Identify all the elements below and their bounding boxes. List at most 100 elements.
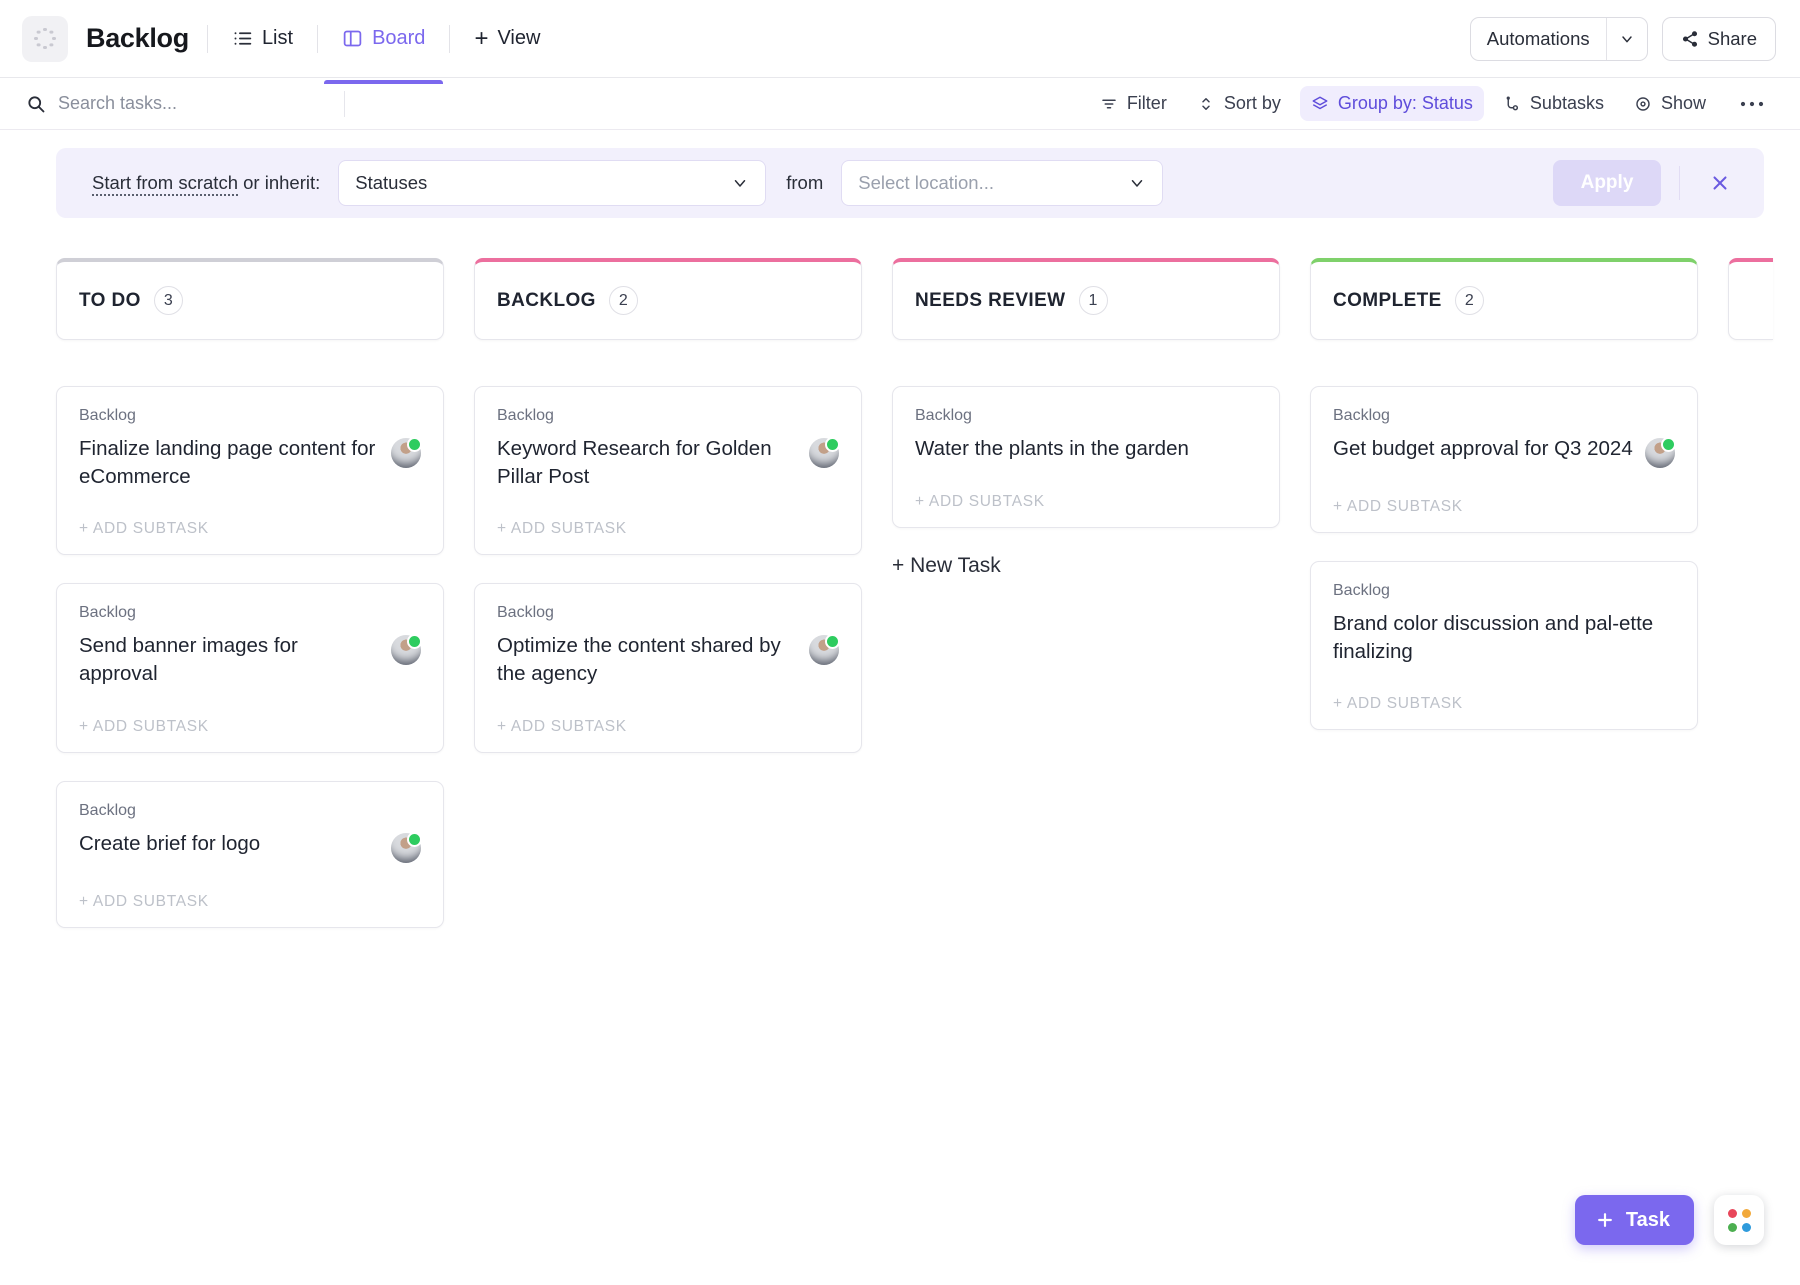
tab-list[interactable]: List [226,21,299,56]
tab-label: Board [372,27,425,50]
add-subtask-button[interactable]: + ADD SUBTASK [497,520,839,538]
task-list-name: Backlog [1333,582,1675,600]
column-count: 2 [1455,286,1484,315]
board-column-to-do: TO DO 3 Backlog Finalize landing page co… [56,258,444,928]
from-label: from [786,172,823,194]
search-options-icon[interactable]: ellipsis-icon [308,99,326,109]
column-header[interactable] [1728,258,1773,340]
column-count: 1 [1079,286,1108,315]
automations-button[interactable]: Automations [1471,18,1606,60]
active-tab-underline [324,80,443,84]
layers-icon [1311,95,1329,113]
plus-icon: + [474,27,488,51]
assignee-avatar[interactable] [809,438,839,468]
chevron-down-icon [1128,174,1146,192]
assignee-avatar[interactable] [809,635,839,665]
start-from-scratch-link[interactable]: Start from scratch [92,172,238,196]
search-input[interactable] [58,93,308,114]
task-title: Send banner images for approval [79,632,379,687]
add-subtask-button[interactable]: + ADD SUBTASK [79,718,421,736]
inherit-statuses-banner: Start from scratch or inherit: Statuses … [56,148,1764,218]
column-cards: Backlog Water the plants in the garden +… [892,386,1280,528]
subtasks-label: Subtasks [1530,93,1604,114]
group-by-button[interactable]: Group by: Status [1300,86,1484,121]
task-title: Keyword Research for Golden Pillar Post [497,435,797,490]
task-title: Get budget approval for Q3 2024 [1333,435,1633,463]
task-list-name: Backlog [79,802,421,820]
column-count: 3 [154,286,183,315]
task-card[interactable]: Backlog Finalize landing page content fo… [56,386,444,555]
add-subtask-button[interactable]: + ADD SUBTASK [79,520,421,538]
search-box[interactable] [26,93,308,114]
assignee-avatar[interactable] [391,438,421,468]
plus-icon [1595,1210,1615,1230]
show-button[interactable]: Show [1623,86,1717,121]
tab-board[interactable]: Board [336,21,431,56]
group-by-label: Group by: Status [1338,93,1473,114]
task-list-name: Backlog [1333,407,1675,425]
subtasks-button[interactable]: Subtasks [1492,86,1615,121]
inherit-type-select[interactable]: Statuses [338,160,766,206]
task-card[interactable]: Backlog Keyword Research for Golden Pill… [474,386,862,555]
column-header[interactable]: COMPLETE 2 [1310,258,1698,340]
sort-label: Sort by [1224,93,1281,114]
location-placeholder: Select location... [858,172,994,194]
board-column-partial [1728,258,1754,340]
board-column-complete: COMPLETE 2 Backlog Get budget approval f… [1310,258,1698,730]
tab-label: List [262,27,293,50]
task-card[interactable]: Backlog Optimize the content shared by t… [474,583,862,752]
filter-button[interactable]: Filter [1089,86,1178,121]
task-card[interactable]: Backlog Create brief for logo + ADD SUBT… [56,781,444,928]
close-icon[interactable] [1698,161,1742,205]
column-header[interactable]: BACKLOG 2 [474,258,862,340]
chevron-down-icon[interactable] [1606,18,1647,60]
column-cards: Backlog Finalize landing page content fo… [56,386,444,928]
task-card[interactable]: Backlog Send banner images for approval … [56,583,444,752]
task-card[interactable]: Backlog Brand color discussion and pal-e… [1310,561,1698,730]
ellipsis-icon [1739,100,1765,108]
column-count: 2 [609,286,638,315]
task-card[interactable]: Backlog Get budget approval for Q3 2024 … [1310,386,1698,533]
assignee-avatar[interactable] [391,635,421,665]
sort-button[interactable]: Sort by [1186,86,1292,121]
automations-button-group[interactable]: Automations [1470,17,1648,61]
page-title: Backlog [86,23,189,54]
board-icon [342,28,363,49]
add-subtask-button[interactable]: + ADD SUBTASK [1333,498,1675,516]
toolbar-overflow-button[interactable] [1725,93,1776,115]
new-task-fab[interactable]: Task [1575,1195,1694,1245]
divider [317,25,318,53]
task-list-name: Backlog [497,604,839,622]
location-select[interactable]: Select location... [841,160,1163,206]
task-card[interactable]: Backlog Water the plants in the garden +… [892,386,1280,528]
column-header[interactable]: NEEDS REVIEW 1 [892,258,1280,340]
or-inherit-text: or inherit: [238,172,320,193]
show-label: Show [1661,93,1706,114]
share-icon [1681,30,1699,48]
divider [207,25,208,53]
assignee-avatar[interactable] [391,833,421,863]
apps-grid-icon [1728,1209,1751,1232]
new-task-button[interactable]: + New Task [892,554,1280,578]
add-subtask-button[interactable]: + ADD SUBTASK [915,493,1257,511]
top-bar: Backlog List Board + View Automa [0,0,1800,78]
add-subtask-button[interactable]: + ADD SUBTASK [1333,695,1675,713]
tab-add-view[interactable]: + View [468,21,546,57]
column-cards: Backlog Keyword Research for Golden Pill… [474,386,862,753]
add-subtask-button[interactable]: + ADD SUBTASK [79,893,421,911]
task-list-name: Backlog [915,407,1257,425]
column-header[interactable]: TO DO 3 [56,258,444,340]
add-subtask-button[interactable]: + ADD SUBTASK [497,718,839,736]
divider [449,25,450,53]
banner-label: Start from scratch or inherit: [92,172,320,194]
board-columns: TO DO 3 Backlog Finalize landing page co… [0,218,1800,928]
share-button[interactable]: Share [1662,17,1776,61]
apply-button[interactable]: Apply [1553,160,1661,206]
assignee-avatar[interactable] [1645,438,1675,468]
column-title: BACKLOG [497,290,596,312]
tab-label: View [497,27,540,50]
view-toolbar: ellipsis-icon Filter Sort by Group by: S… [0,78,1800,130]
task-list-name: Backlog [497,407,839,425]
filter-label: Filter [1127,93,1167,114]
apps-fab[interactable] [1714,1195,1764,1245]
